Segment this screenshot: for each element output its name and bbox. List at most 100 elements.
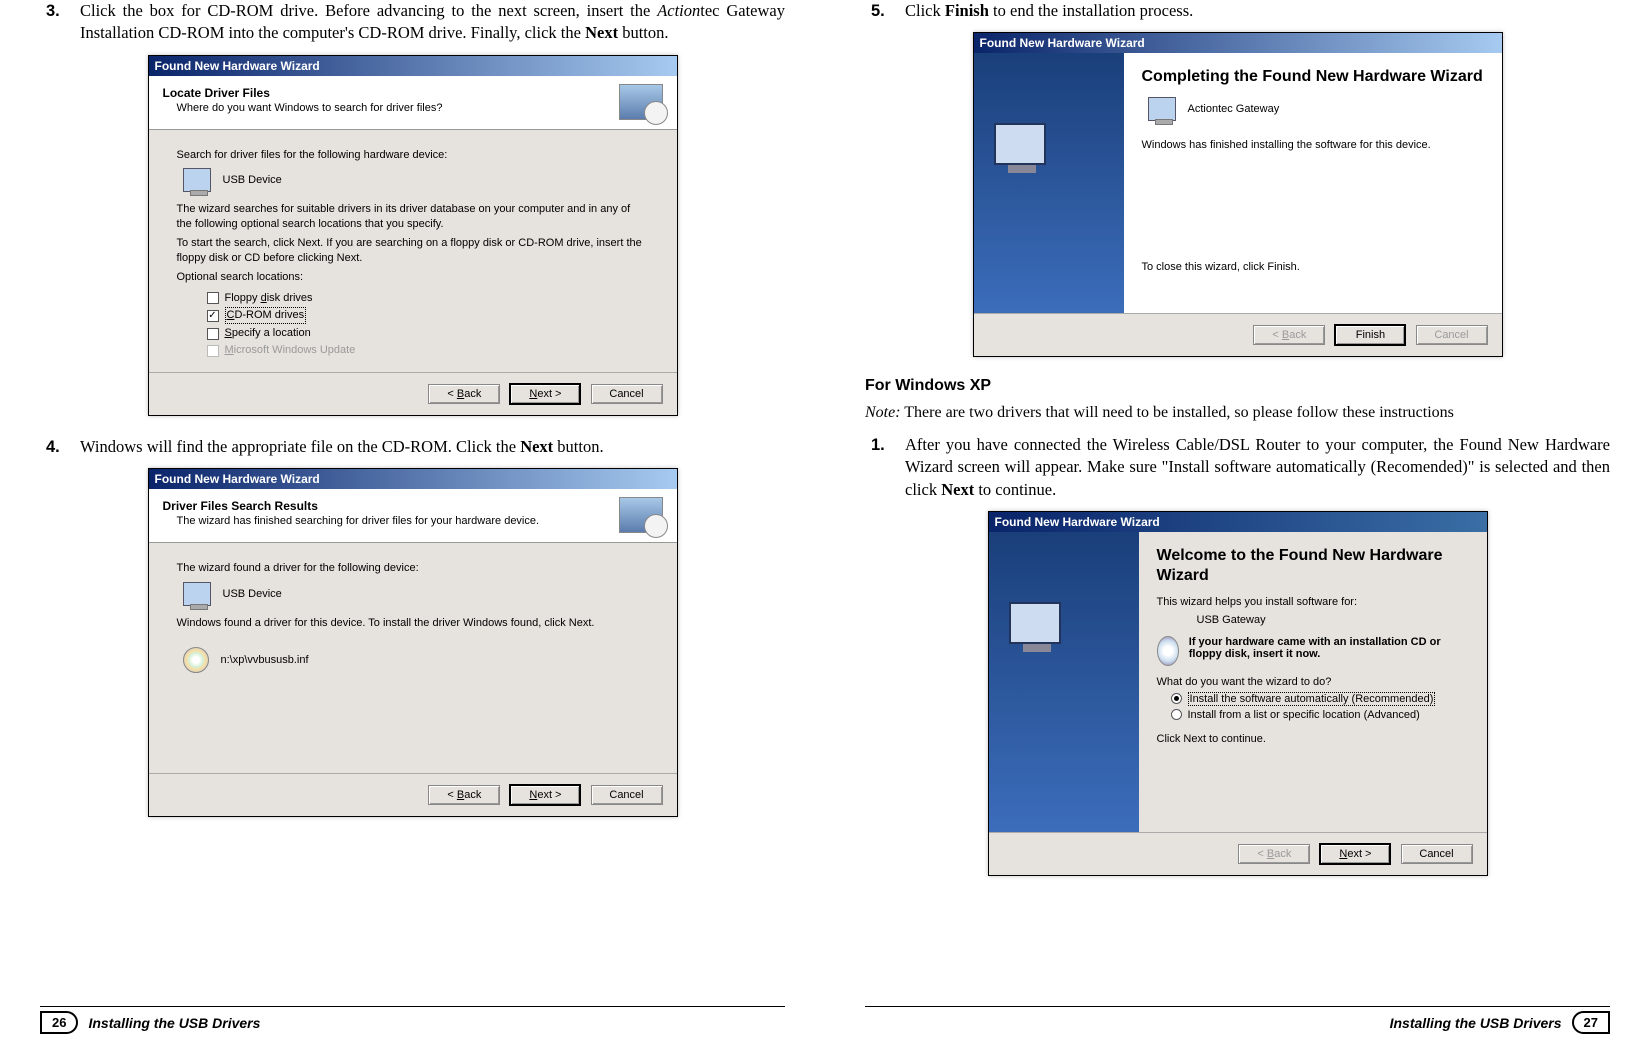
wizard-completing: Found New Hardware Wizard Completing the… xyxy=(973,32,1503,357)
body-text: To start the search, click Next. If you … xyxy=(177,236,649,266)
note-label: Note: xyxy=(865,404,901,421)
monitor-icon xyxy=(1148,97,1176,121)
page-number: 27 xyxy=(1572,1011,1610,1034)
finish-button[interactable]: Finish xyxy=(1334,324,1406,346)
note-body: There are two drivers that will need to … xyxy=(901,404,1454,421)
checkbox-cdrom[interactable]: ✓ CD-ROM drives xyxy=(207,307,649,324)
note-text: Note: There are two drivers that will ne… xyxy=(865,403,1610,424)
cancel-button[interactable]: Cancel xyxy=(591,384,663,404)
cd-hint-row: If your hardware came with an installati… xyxy=(1157,636,1469,666)
wizard-button-row: < Back Finish Cancel xyxy=(974,313,1502,356)
monitor-icon xyxy=(183,582,211,606)
body-text: Search for driver files for the followin… xyxy=(177,148,649,163)
wizard-header-icon xyxy=(619,497,663,533)
back-button: < Back xyxy=(1253,325,1325,345)
what-text: What do you want the wizard to do? xyxy=(1157,676,1469,688)
checkbox-windows-update: Microsoft Windows Update xyxy=(207,343,649,358)
close-text: To close this wizard, click Finish. xyxy=(1142,261,1484,273)
step-5: 5. Click Finish to end the installation … xyxy=(865,0,1610,22)
device-label: USB Device xyxy=(223,587,282,602)
wizard-split: Welcome to the Found New Hardware Wizard… xyxy=(989,532,1487,832)
back-button[interactable]: < Back xyxy=(428,785,500,805)
device-row: USB Device xyxy=(183,168,649,192)
wizard-header-subtitle: Where do you want Windows to search for … xyxy=(177,102,663,114)
radio-icon xyxy=(1171,709,1182,720)
wizard-header: Driver Files Search Results The wizard h… xyxy=(149,489,677,543)
section-heading-windows-xp: For Windows XP xyxy=(865,377,1610,395)
wizard-body: The wizard found a driver for the follow… xyxy=(149,543,677,773)
monitor-icon xyxy=(1009,602,1061,644)
click-next-text: Click Next to continue. xyxy=(1157,733,1469,745)
body-text: The wizard searches for suitable drivers… xyxy=(177,202,649,232)
text-bold: Next xyxy=(941,480,974,499)
radio-install-list[interactable]: Install from a list or specific location… xyxy=(1171,709,1469,721)
cancel-button: Cancel xyxy=(1416,325,1488,345)
helps-text: This wizard helps you install software f… xyxy=(1157,596,1469,608)
text: Click xyxy=(905,1,945,20)
step-1-xp: 1. After you have connected the Wireless… xyxy=(865,434,1610,501)
device-label: USB Gateway xyxy=(1197,614,1469,626)
checkbox-icon xyxy=(207,345,219,357)
wizard-side-graphic xyxy=(974,53,1124,313)
monitor-icon xyxy=(994,123,1046,165)
page-number: 26 xyxy=(40,1011,78,1034)
wizard-main: Completing the Found New Hardware Wizard… xyxy=(1124,53,1502,313)
wizard-header-title: Locate Driver Files xyxy=(163,86,663,100)
step-4: 4. Windows will find the appropriate fil… xyxy=(40,436,785,458)
driver-path: n:\xp\vvbususb.inf xyxy=(221,653,309,668)
wizard-main-title: Welcome to the Found New Hardware Wizard xyxy=(1157,546,1469,586)
checkbox-icon xyxy=(207,328,219,340)
footer-title: Installing the USB Drivers xyxy=(88,1015,260,1031)
checkbox-floppy[interactable]: Floppy disk drives xyxy=(207,291,649,306)
checkbox-specify[interactable]: Specify a location xyxy=(207,326,649,341)
window-titlebar: Found New Hardware Wizard xyxy=(149,56,677,76)
radio-install-auto[interactable]: Install the software automatically (Reco… xyxy=(1171,692,1469,706)
device-label: Actiontec Gateway xyxy=(1188,103,1280,115)
next-button[interactable]: Next > xyxy=(1319,843,1391,865)
step-number: 3. xyxy=(40,0,80,45)
next-button[interactable]: Next > xyxy=(509,383,581,405)
finished-text: Windows has finished installing the soft… xyxy=(1142,139,1484,151)
wizard-button-row: < Back Next > Cancel xyxy=(149,372,677,415)
step-text: Windows will find the appropriate file o… xyxy=(80,436,785,458)
wizard-xp-welcome: Found New Hardware Wizard Welcome to the… xyxy=(988,511,1488,876)
wizard-side-graphic xyxy=(989,532,1139,832)
step-number: 1. xyxy=(865,434,905,501)
back-button[interactable]: < Back xyxy=(428,384,500,404)
step-number: 4. xyxy=(40,436,80,458)
text: button. xyxy=(553,437,603,456)
wizard-header: Locate Driver Files Where do you want Wi… xyxy=(149,76,677,130)
wizard-main-title: Completing the Found New Hardware Wizard xyxy=(1142,67,1484,87)
text-bold: Next xyxy=(520,437,553,456)
options-label: Optional search locations: xyxy=(177,270,649,285)
cd-icon xyxy=(183,647,209,673)
wizard-body: Search for driver files for the followin… xyxy=(149,130,677,372)
step-text: Click Finish to end the installation pro… xyxy=(905,0,1610,22)
window-titlebar: Found New Hardware Wizard xyxy=(989,512,1487,532)
monitor-icon xyxy=(183,168,211,192)
cancel-button[interactable]: Cancel xyxy=(1401,844,1473,864)
body-text: The wizard found a driver for the follow… xyxy=(177,561,649,576)
text-italic: Action xyxy=(657,1,700,20)
window-titlebar: Found New Hardware Wizard xyxy=(149,469,677,489)
step-text: After you have connected the Wireless Ca… xyxy=(905,434,1610,501)
back-button: < Back xyxy=(1238,844,1310,864)
wizard-main: Welcome to the Found New Hardware Wizard… xyxy=(1139,532,1487,832)
checkbox-icon xyxy=(207,292,219,304)
next-button[interactable]: Next > xyxy=(509,784,581,806)
cancel-button[interactable]: Cancel xyxy=(591,785,663,805)
text: Click the box for CD-ROM drive. Before a… xyxy=(80,1,657,20)
wizard-header-icon xyxy=(619,84,663,120)
wizard-locate-driver-files: Found New Hardware Wizard Locate Driver … xyxy=(148,55,678,416)
driver-path-row: n:\xp\vvbususb.inf xyxy=(183,647,649,673)
device-row: USB Device xyxy=(183,582,649,606)
wizard-button-row: < Back Next > Cancel xyxy=(989,832,1487,875)
page-footer-right: Installing the USB Drivers 27 xyxy=(865,1006,1610,1034)
page-26: 3. Click the box for CD-ROM drive. Befor… xyxy=(0,0,825,1044)
wizard-split: Completing the Found New Hardware Wizard… xyxy=(974,53,1502,313)
text: Windows will find the appropriate file o… xyxy=(80,437,520,456)
text-bold: Next xyxy=(585,23,618,42)
radio-icon xyxy=(1171,693,1182,704)
page-footer-left: 26 Installing the USB Drivers xyxy=(40,1006,785,1034)
page-27: 5. Click Finish to end the installation … xyxy=(825,0,1650,1044)
